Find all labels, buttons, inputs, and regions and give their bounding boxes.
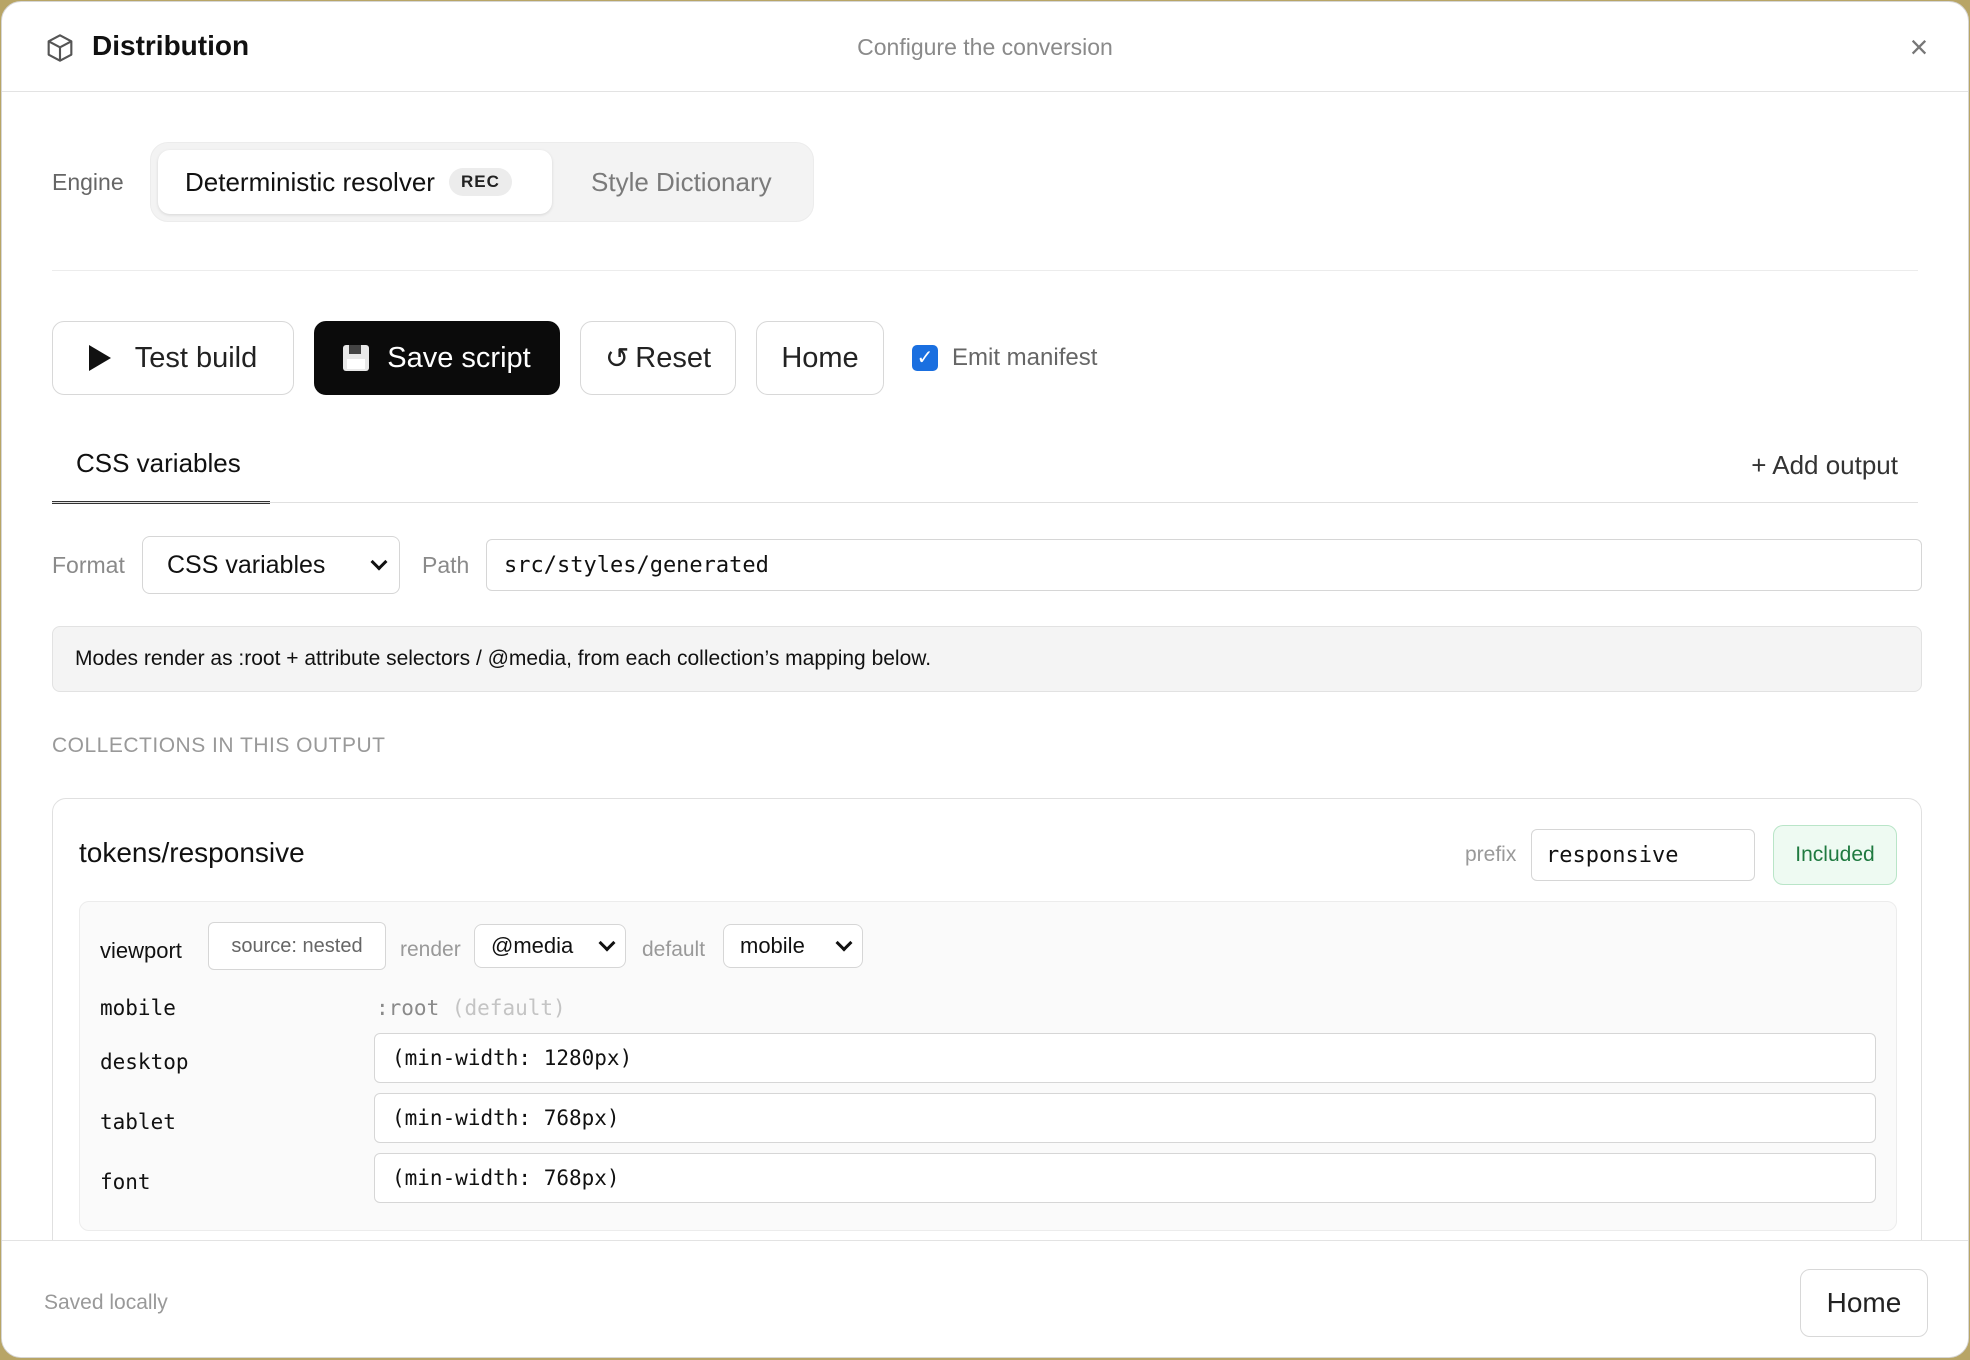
section-divider xyxy=(52,270,1918,271)
engine-segmented-control: Deterministic resolver REC Style Diction… xyxy=(150,142,814,222)
dialog-footer: Saved locally Home xyxy=(2,1240,1968,1357)
emit-manifest-checkbox[interactable]: ✓ Emit manifest xyxy=(912,344,1097,372)
default-label: default xyxy=(642,938,706,961)
mode-group-name: viewport xyxy=(100,938,182,963)
test-build-label: Test build xyxy=(134,341,258,374)
engine-option-label: Deterministic resolver xyxy=(185,166,435,197)
mode-query-input-tablet[interactable]: (min-width: 768px) xyxy=(374,1093,1876,1143)
prefix-label: prefix xyxy=(1465,843,1517,866)
add-output-button[interactable]: + Add output xyxy=(1751,450,1898,481)
root-default-note: (default) xyxy=(451,996,566,1020)
format-value: CSS variables xyxy=(167,550,326,579)
home-button[interactable]: Home xyxy=(756,321,884,395)
save-script-button[interactable]: Save script xyxy=(314,321,560,395)
mode-group-panel: viewport source: nested render @media de… xyxy=(79,901,1897,1231)
reset-label: Reset xyxy=(635,341,712,374)
footer-home-button[interactable]: Home xyxy=(1800,1269,1928,1337)
format-select[interactable]: CSS variables xyxy=(142,536,400,594)
render-value: @media xyxy=(491,933,574,958)
mode-root-selector: :root (default) xyxy=(376,996,566,1020)
default-mode-value: mobile xyxy=(740,933,805,958)
save-script-label: Save script xyxy=(387,341,531,374)
tab-css-variables[interactable]: CSS variables xyxy=(52,432,270,504)
engine-option-deterministic[interactable]: Deterministic resolver REC xyxy=(158,150,552,214)
source-badge: source: nested xyxy=(208,922,386,970)
prefix-input[interactable]: responsive xyxy=(1531,829,1755,881)
chevron-down-icon xyxy=(598,934,616,952)
path-input[interactable]: src/styles/generated xyxy=(486,539,1922,591)
chevron-down-icon xyxy=(835,934,853,952)
render-label: render xyxy=(400,938,461,961)
checkmark-icon[interactable]: ✓ xyxy=(912,345,938,371)
chevron-down-icon xyxy=(370,553,388,571)
reset-button[interactable]: ↺ Reset xyxy=(580,321,736,395)
emit-manifest-label: Emit manifest xyxy=(952,344,1098,371)
render-select[interactable]: @media xyxy=(474,924,626,968)
mode-query-input-font[interactable]: (min-width: 768px) xyxy=(374,1153,1876,1203)
mode-name-desktop: desktop xyxy=(100,1050,189,1074)
save-status: Saved locally xyxy=(44,1291,168,1314)
collections-section-title: COLLECTIONS IN THIS OUTPUT xyxy=(52,734,386,757)
default-mode-select[interactable]: mobile xyxy=(723,924,863,968)
root-selector-text: :root xyxy=(376,996,440,1020)
engine-label: Engine xyxy=(52,169,124,195)
distribution-dialog: Distribution Configure the conversion × … xyxy=(1,1,1969,1358)
tab-divider xyxy=(52,502,1918,503)
play-icon xyxy=(88,345,111,371)
format-label: Format xyxy=(52,552,125,578)
close-icon[interactable]: × xyxy=(1904,31,1934,63)
dialog-subtitle: Configure the conversion xyxy=(857,34,1113,60)
mode-name-tablet: tablet xyxy=(100,1110,176,1134)
engine-option-style-dictionary[interactable]: Style Dictionary xyxy=(591,150,772,214)
floppy-disk-icon xyxy=(343,345,370,371)
included-toggle[interactable]: Included xyxy=(1773,825,1897,885)
mode-query-input-desktop[interactable]: (min-width: 1280px) xyxy=(374,1033,1876,1083)
mode-name-font: font xyxy=(100,1170,151,1194)
path-label: Path xyxy=(422,552,470,578)
reset-icon: ↺ xyxy=(604,342,630,375)
dialog-header: Distribution Configure the conversion × xyxy=(2,2,1968,92)
modes-info-note: Modes render as :root + attribute select… xyxy=(52,626,1922,692)
test-build-button[interactable]: Test build xyxy=(52,321,294,395)
recommended-badge: REC xyxy=(448,168,512,196)
mode-name-mobile: mobile xyxy=(100,996,176,1020)
collection-name: tokens/responsive xyxy=(79,837,305,868)
